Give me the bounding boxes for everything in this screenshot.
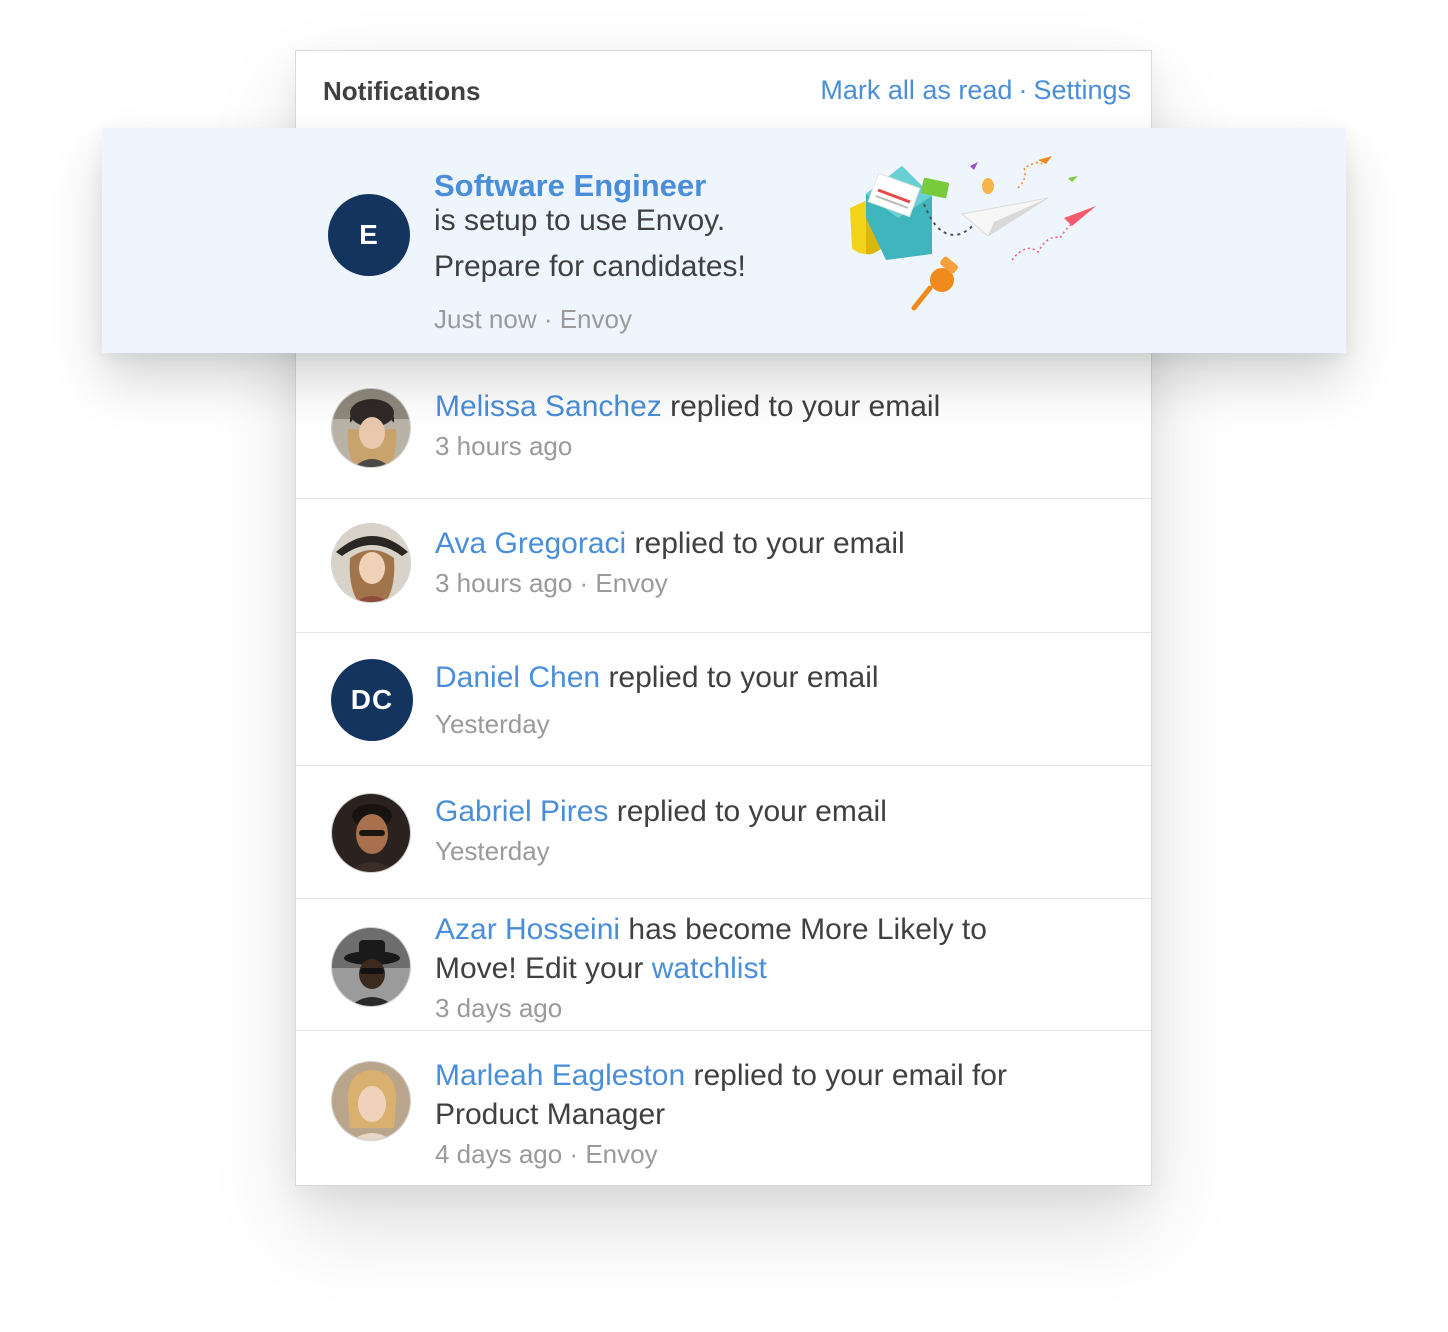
job-title-link[interactable]: Software Engineer — [434, 168, 854, 204]
notifications-header: Notifications Mark all as read · Settings — [296, 51, 1151, 130]
person-photo-icon — [332, 1062, 410, 1140]
person-name-link[interactable]: Ava Gregoraci — [435, 527, 626, 560]
notification-text: Daniel Chen replied to your email Yester… — [435, 661, 1115, 748]
person-photo-icon — [332, 928, 410, 1006]
featured-notification-card[interactable]: E Software Engineer is setup to use Envo… — [102, 128, 1346, 353]
notification-row[interactable]: Gabriel Pires replied to your email Yest… — [296, 766, 1151, 899]
notification-action: replied to your email — [661, 390, 941, 423]
avatar — [331, 793, 411, 873]
avatar-initials: E — [328, 194, 410, 276]
notification-text: Gabriel Pires replied to your email Yest… — [435, 795, 1115, 873]
notification-row[interactable]: DC Daniel Chen replied to your email Yes… — [296, 633, 1151, 766]
header-separator: · — [1018, 75, 1028, 105]
notification-action: replied to your email — [626, 527, 905, 560]
featured-line-2: Prepare for candidates! — [434, 250, 746, 283]
featured-meta: Just now · Envoy — [434, 304, 632, 334]
notification-text: Azar Hosseini has become More Likely to … — [435, 913, 1055, 1030]
person-name-link[interactable]: Gabriel Pires — [435, 795, 608, 828]
notification-meta: 3 hours ago — [435, 431, 573, 461]
featured-text: Software Engineer is setup to use Envoy.… — [434, 168, 854, 335]
person-photo-icon — [332, 794, 410, 872]
featured-line-1: is setup to use Envoy. — [434, 204, 726, 237]
avatar — [331, 523, 411, 603]
mark-all-read-link[interactable]: Mark all as read — [820, 75, 1012, 105]
notification-meta: 3 days ago — [435, 993, 563, 1023]
person-photo-icon — [332, 524, 410, 602]
avatar-initials: DC — [331, 659, 413, 741]
notification-meta: Yesterday — [435, 709, 550, 739]
person-name-link[interactable]: Melissa Sanchez — [435, 390, 662, 423]
notification-meta: 3 hours ago · Envoy — [435, 568, 668, 598]
person-photo-icon — [332, 389, 410, 467]
avatar — [331, 927, 411, 1007]
settings-link[interactable]: Settings — [1033, 75, 1131, 105]
person-name-link[interactable]: Azar Hosseini — [435, 913, 620, 946]
envelope-paper-plane-illustration-icon — [842, 156, 1102, 316]
notification-row[interactable]: Ava Gregoraci replied to your email 3 ho… — [296, 499, 1151, 633]
notifications-title: Notifications — [323, 76, 481, 106]
notification-row[interactable]: Melissa Sanchez replied to your email 3 … — [296, 354, 1151, 499]
notification-text: Melissa Sanchez replied to your email 3 … — [435, 390, 1115, 468]
notification-row[interactable]: Marleah Eagleston replied to your email … — [296, 1031, 1151, 1185]
notification-text: Marleah Eagleston replied to your email … — [435, 1059, 1055, 1176]
person-name-link[interactable]: Daniel Chen — [435, 661, 600, 694]
header-actions: Mark all as read · Settings — [820, 75, 1131, 106]
notification-meta: 4 days ago · Envoy — [435, 1139, 658, 1169]
watchlist-link[interactable]: watchlist — [652, 952, 767, 985]
notification-text: Ava Gregoraci replied to your email 3 ho… — [435, 527, 1115, 605]
person-name-link[interactable]: Marleah Eagleston — [435, 1059, 685, 1092]
avatar — [331, 1061, 411, 1141]
notification-meta: Yesterday — [435, 836, 550, 866]
notification-action: replied to your email — [608, 795, 887, 828]
notification-action: replied to your email — [600, 661, 879, 694]
avatar — [331, 388, 411, 468]
notification-row[interactable]: Azar Hosseini has become More Likely to … — [296, 899, 1151, 1031]
